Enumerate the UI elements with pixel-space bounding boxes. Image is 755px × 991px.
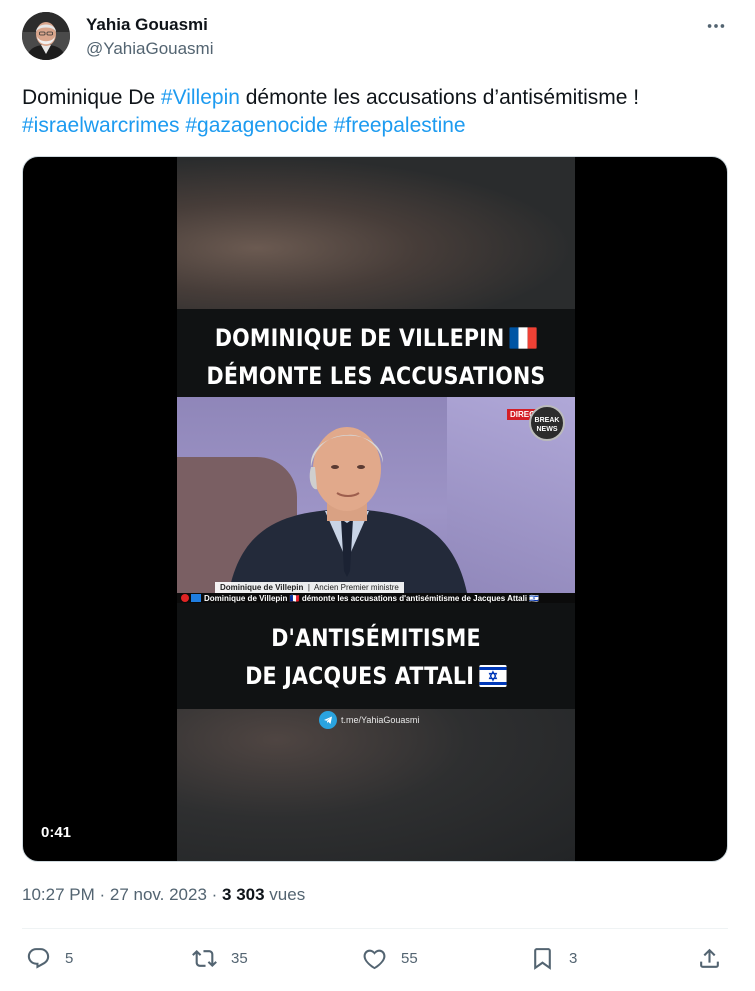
- reply-count: 5: [65, 949, 74, 967]
- hashtag-israelwarcrimes[interactable]: #israelwarcrimes: [22, 114, 180, 137]
- ticker-text: Dominique de Villepin 🇫🇷 démonte les acc…: [204, 594, 540, 603]
- more-dots-icon: [707, 24, 725, 28]
- caption-line: D'ANTISÉMITISME: [271, 624, 481, 652]
- views-count: 3 303: [222, 885, 265, 904]
- divider: [22, 928, 728, 929]
- video-news-clip: DIRECT BREAK NEWS Dominique de Villepin …: [177, 397, 575, 603]
- caption-line: DOMINIQUE DE VILLEPIN: [214, 324, 505, 352]
- video-duration: 0:41: [34, 821, 79, 845]
- speaker-figure: [207, 411, 477, 603]
- author-handle[interactable]: @YahiaGouasmi: [86, 39, 214, 59]
- bookmark-button[interactable]: 3: [530, 940, 577, 976]
- caption-line: DE JACQUES ATTALI: [245, 662, 475, 690]
- tweet-date[interactable]: 27 nov. 2023: [110, 885, 207, 904]
- action-bar: 5 35 55 3: [22, 940, 728, 976]
- share-icon: [700, 948, 719, 968]
- reply-button[interactable]: 5: [26, 940, 73, 976]
- hashtag-freepalestine[interactable]: #freepalestine: [334, 114, 466, 137]
- hashtag-gazagenocide[interactable]: #gazagenocide: [185, 114, 327, 137]
- telegram-link-text: t.me/YahiaGouasmi: [341, 715, 420, 725]
- bookmark-count: 3: [569, 949, 578, 967]
- retweet-button[interactable]: 35: [192, 940, 248, 976]
- tweet-text-part: Dominique De: [22, 86, 161, 109]
- avatar-image: [22, 12, 70, 60]
- reply-icon: [27, 947, 50, 969]
- hashtag-villepin[interactable]: #Villepin: [161, 86, 240, 109]
- share-button[interactable]: [697, 940, 722, 976]
- break-news-logo: BREAK NEWS: [529, 405, 565, 441]
- like-button[interactable]: 55: [362, 940, 418, 976]
- video-player[interactable]: DOMINIQUE DE VILLEPIN DÉMONTE LES ACCUSA…: [22, 156, 728, 862]
- meta-separator: ·: [94, 885, 110, 904]
- views-label: vues: [264, 885, 306, 904]
- video-blur-bottom: [177, 709, 575, 861]
- tweet-text-part: démonte les accusations d’antisémitisme …: [239, 86, 640, 109]
- video-caption-top: DOMINIQUE DE VILLEPIN DÉMONTE LES ACCUSA…: [177, 309, 575, 397]
- bookmark-icon: [534, 947, 551, 970]
- caption-line: DÉMONTE LES ACCUSATIONS: [206, 362, 546, 390]
- tweet-card: Yahia Gouasmi @YahiaGouasmi Dominique De…: [0, 0, 755, 991]
- telegram-watermark: t.me/YahiaGouasmi: [319, 710, 419, 730]
- tweet-text: Dominique De #Villepin démonte les accus…: [22, 84, 732, 140]
- like-count: 55: [401, 949, 418, 967]
- meta-separator: ·: [206, 885, 223, 904]
- israel-flag-icon: [479, 665, 507, 687]
- video-caption-bottom: D'ANTISÉMITISME DE JACQUES ATTALI: [177, 603, 575, 709]
- retweet-count: 35: [231, 949, 248, 967]
- ticker-dot-icon: [181, 594, 189, 602]
- author-name[interactable]: Yahia Gouasmi: [86, 15, 208, 35]
- news-ticker: Dominique de Villepin 🇫🇷 démonte les acc…: [177, 593, 575, 603]
- tweet-time[interactable]: 10:27 PM: [22, 885, 95, 904]
- avatar[interactable]: [22, 12, 70, 60]
- lower-third-name: Dominique de Villepin: [220, 583, 304, 592]
- ticker-arrow-icon: [191, 594, 201, 602]
- heart-icon: [363, 949, 386, 969]
- channel-badge: DIRECT BREAK NEWS: [507, 405, 569, 445]
- lower-third-role: Ancien Premier ministre: [313, 583, 399, 592]
- video-frame: DOMINIQUE DE VILLEPIN DÉMONTE LES ACCUSA…: [177, 157, 575, 861]
- more-options-button[interactable]: [704, 14, 728, 38]
- video-blur-top: [177, 157, 575, 309]
- retweet-icon: [192, 949, 217, 967]
- tweet-meta: 10:27 PM · 27 nov. 2023 · 3 303 vues: [22, 884, 305, 906]
- france-flag-icon: [509, 327, 538, 349]
- telegram-icon: [319, 711, 337, 729]
